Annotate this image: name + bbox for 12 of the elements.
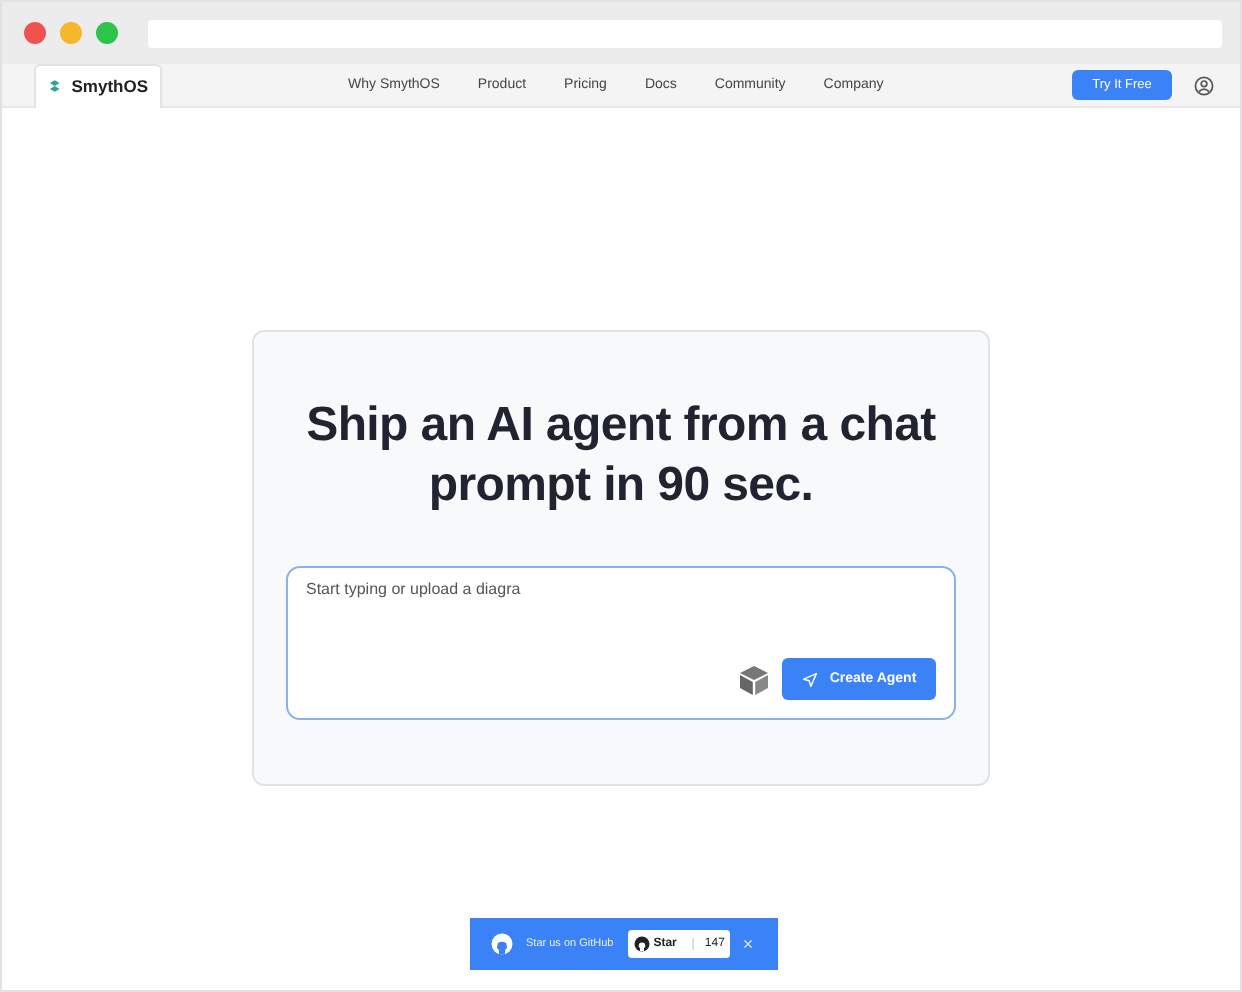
user-icon[interactable] <box>1194 75 1214 95</box>
tab-title: SmythOS <box>71 76 148 96</box>
github-icon <box>633 936 650 952</box>
cube-icon[interactable] <box>738 663 770 695</box>
send-icon <box>801 671 818 687</box>
minimize-window-icon[interactable] <box>60 22 82 44</box>
close-window-icon[interactable] <box>24 22 46 44</box>
github-icon <box>490 932 514 956</box>
headline: Ship an AI agent from a chat prompt in 90 sec. <box>304 396 938 516</box>
maximize-window-icon[interactable] <box>96 22 118 44</box>
logo-icon <box>48 76 62 96</box>
browser-tab[interactable]: SmythOS <box>34 63 162 107</box>
